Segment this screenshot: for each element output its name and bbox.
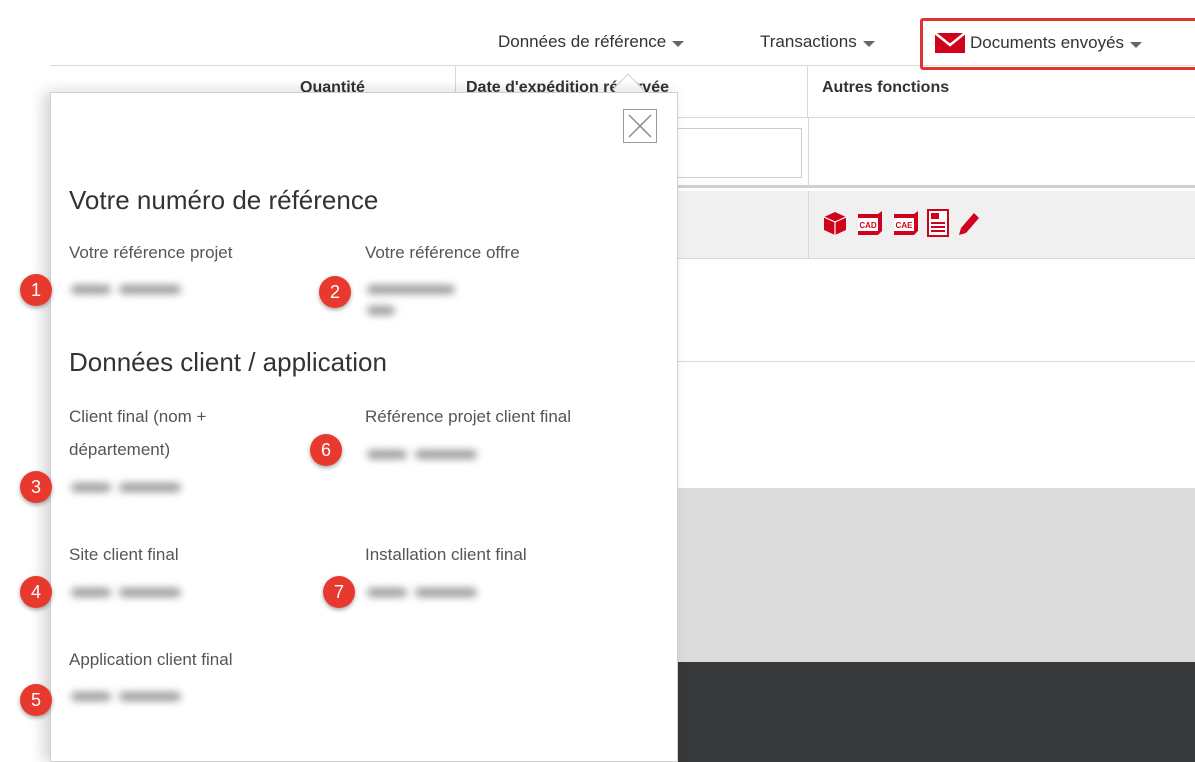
close-button[interactable]: [623, 109, 657, 143]
nav-reference-data-label: Données de référence: [498, 32, 667, 51]
column-header-other-functions-label: Autres fonctions: [822, 79, 950, 96]
callout-badge-5: 5: [20, 684, 52, 716]
reference-data-popover: Votre numéro de référence Votre référenc…: [50, 92, 678, 762]
document-icon[interactable]: [926, 209, 950, 237]
row-actions: CAD CAE: [822, 209, 982, 237]
pencil-icon[interactable]: [956, 210, 982, 236]
field-value-end-customer-application: [71, 685, 201, 707]
cube-icon[interactable]: [822, 210, 848, 236]
close-icon: [628, 114, 652, 138]
column-divider: [808, 118, 809, 188]
column-header-other-functions[interactable]: Autres fonctions: [808, 66, 1195, 118]
field-label-end-customer-site: Site client final: [69, 545, 179, 564]
field-value-end-customer-installation: [367, 581, 497, 603]
cae-icon[interactable]: CAE: [890, 210, 920, 236]
field-value-offer-reference: [367, 278, 497, 315]
callout-badge-2: 2: [319, 276, 351, 308]
svg-text:CAD: CAD: [859, 221, 877, 230]
callout-badge-7: 7: [323, 576, 355, 608]
nav-transactions-label: Transactions: [760, 32, 857, 51]
field-label-end-customer-application: Application client final: [69, 650, 233, 669]
callout-badge-3: 3: [20, 471, 52, 503]
field-label-end-customer: Client final (nom + département): [69, 400, 206, 466]
callout-badge-6: 6: [310, 434, 342, 466]
field-label-end-customer-installation: Installation client final: [365, 545, 527, 564]
field-label-end-customer-line1: Client final (nom +: [69, 407, 207, 426]
field-value-end-customer-project-reference: [367, 443, 497, 465]
chevron-down-icon: [672, 41, 685, 47]
callout-badge-1: 1: [20, 274, 52, 306]
field-label-end-customer-project-reference: Référence projet client final: [365, 407, 572, 426]
svg-text:CAE: CAE: [896, 221, 914, 230]
highlight-frame: [920, 18, 1195, 70]
chevron-down-icon: [862, 41, 875, 47]
field-value-project-reference: [71, 278, 201, 300]
section-title-reference-number: Votre numéro de référence: [69, 185, 379, 215]
field-label-offer-reference: Votre référence offre: [365, 243, 520, 262]
field-label-end-customer-line2: département): [69, 440, 171, 459]
cad-icon[interactable]: CAD: [854, 210, 884, 236]
nav-reference-data[interactable]: Données de référence: [498, 32, 685, 52]
field-value-end-customer: [71, 476, 201, 498]
column-divider: [808, 191, 809, 259]
callout-badge-4: 4: [20, 576, 52, 608]
nav-transactions[interactable]: Transactions: [760, 32, 875, 52]
section-title-customer-application: Données client / application: [69, 347, 387, 377]
field-label-project-reference: Votre référence projet: [69, 243, 233, 262]
field-value-end-customer-site: [71, 581, 201, 603]
